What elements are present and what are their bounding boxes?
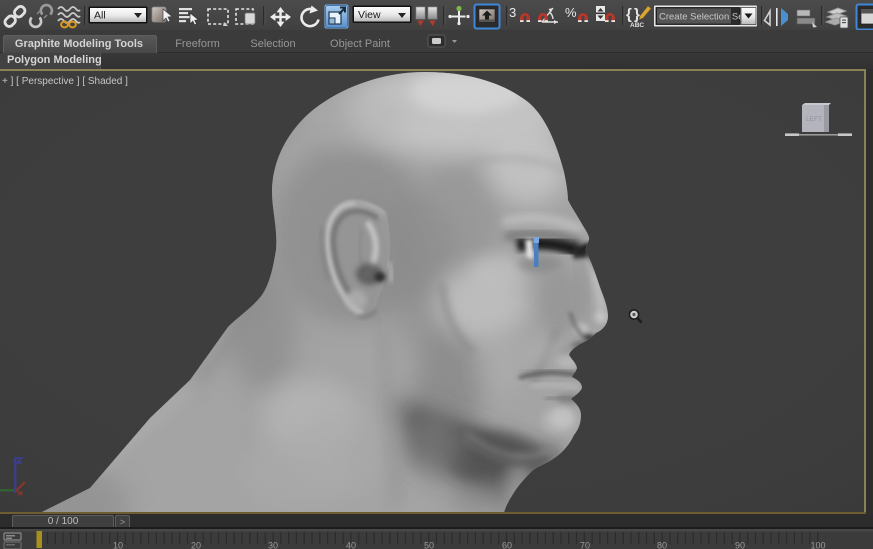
svg-text:90: 90: [735, 541, 745, 549]
svg-text:ABC: ABC: [630, 22, 644, 29]
svg-text:60: 60: [502, 541, 512, 549]
svg-text:70: 70: [580, 541, 590, 549]
svg-text:{: {: [626, 6, 632, 23]
svg-text:3: 3: [509, 5, 516, 20]
svg-text:All: All: [94, 10, 106, 22]
svg-text:}: }: [634, 6, 640, 23]
svg-text:10: 10: [113, 541, 123, 549]
svg-text:100: 100: [810, 541, 825, 549]
svg-text:%: %: [565, 5, 577, 20]
svg-text:50: 50: [424, 541, 434, 549]
svg-text:View: View: [358, 9, 381, 21]
svg-text:80: 80: [657, 541, 667, 549]
svg-text:20: 20: [191, 541, 201, 549]
svg-text:40: 40: [346, 541, 356, 549]
svg-text:Create Selection Se: Create Selection Se: [659, 12, 744, 23]
svg-text:30: 30: [268, 541, 278, 549]
